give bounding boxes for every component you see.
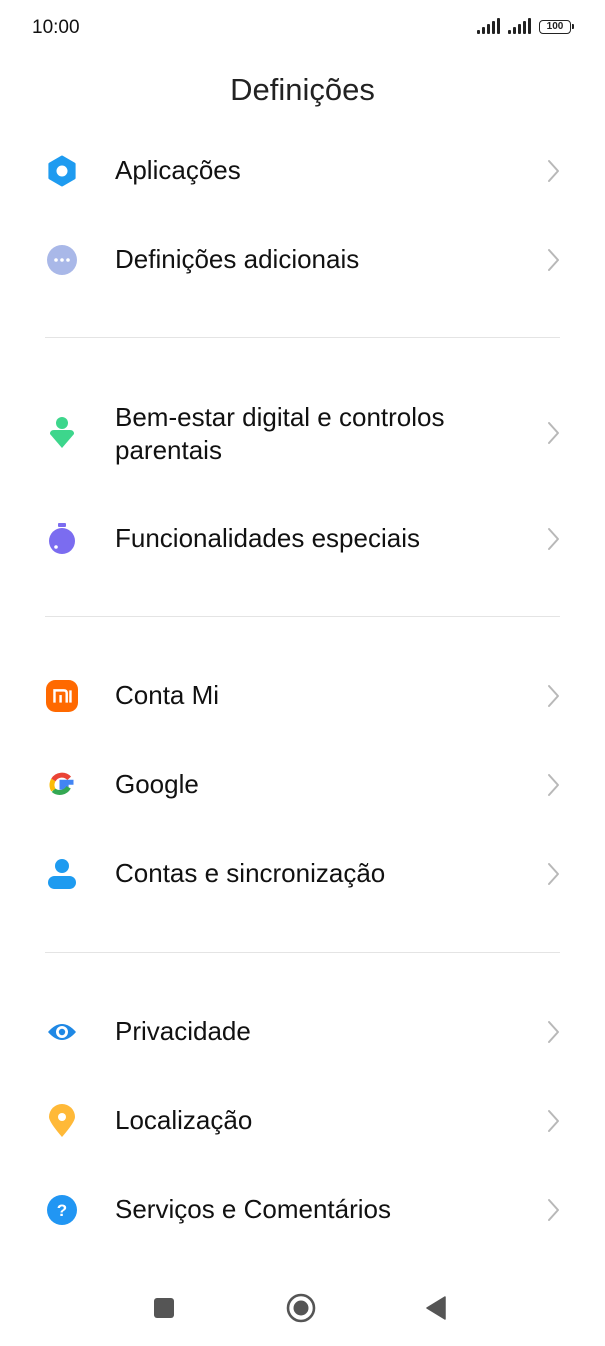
settings-item-label: Funcionalidades especiais [115,523,420,553]
google-logo-icon [46,769,78,801]
settings-item-digital-wellbeing[interactable]: Bem-estar digital e controlos parentais [0,393,605,473]
help-icon: ? [46,1194,78,1226]
divider [45,616,560,617]
status-time: 10:00 [32,17,80,38]
settings-item-label: Google [115,769,199,799]
status-icons: 100 [477,18,574,34]
settings-item-accounts-sync[interactable]: Contas e sincronização [0,841,605,907]
settings-item-privacy[interactable]: Privacidade [0,999,605,1065]
chevron-right-icon [548,249,559,271]
home-icon [286,1293,316,1323]
home-button[interactable] [271,1270,331,1346]
settings-item-apps[interactable]: Aplicações [0,138,605,204]
mi-logo-icon [46,680,78,712]
status-bar: 10:00 100 [0,0,605,56]
settings-item-label: Aplicações [115,155,241,185]
settings-item-label: Localização [115,1105,253,1135]
location-pin-icon [46,1104,78,1137]
settings-item-additional[interactable]: Definições adicionais [0,227,605,293]
page-title: Definições [230,72,375,107]
settings-item-label: Privacidade [115,1016,251,1046]
person-icon [46,858,78,890]
chevron-right-icon [548,160,559,182]
settings-item-label: Bem-estar digital e controlos parentais [115,402,445,465]
chevron-right-icon [548,1199,559,1221]
svg-text:?: ? [57,1201,67,1220]
wellbeing-icon [46,417,78,449]
settings-item-mi-account[interactable]: Conta Mi [0,663,605,729]
back-button[interactable] [406,1270,466,1346]
chevron-right-icon [548,1110,559,1132]
settings-item-label: Contas e sincronização [115,858,386,888]
signal-icon [508,18,531,34]
settings-item-label: Serviços e Comentários [115,1194,391,1224]
settings-item-special-features[interactable]: Funcionalidades especiais [0,506,605,572]
gear-icon [46,155,78,187]
settings-item-google[interactable]: Google [0,752,605,818]
chevron-right-icon [548,685,559,707]
settings-item-location[interactable]: Localização [0,1088,605,1154]
special-features-icon [46,523,78,555]
settings-item-label: Definições adicionais [115,244,360,274]
divider [45,337,560,338]
recents-icon [154,1298,174,1318]
chevron-right-icon [548,422,559,444]
navigation-bar [0,1270,605,1346]
signal-icon [477,18,500,34]
recents-button[interactable] [134,1270,194,1346]
battery-icon: 100 [539,20,574,34]
chevron-right-icon [548,774,559,796]
chevron-right-icon [548,1021,559,1043]
chevron-right-icon [548,528,559,550]
chevron-right-icon [548,863,559,885]
more-dots-icon [46,244,78,276]
divider [45,952,560,953]
eye-icon [46,1016,78,1048]
settings-item-label: Conta Mi [115,680,220,710]
settings-item-services-feedback[interactable]: ? Serviços e Comentários [0,1177,605,1243]
back-icon [426,1296,446,1320]
